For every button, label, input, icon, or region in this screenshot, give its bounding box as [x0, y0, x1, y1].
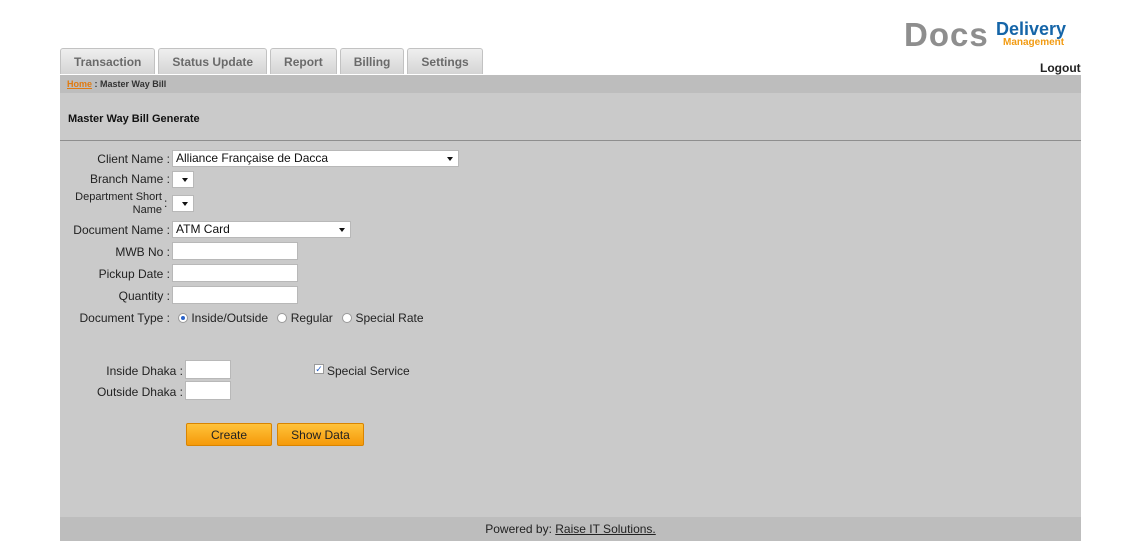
chevron-down-icon [182, 202, 188, 206]
special-service-label: Special Service [327, 364, 410, 378]
breadcrumb-current: Master Way Bill [100, 79, 167, 89]
client-name-value: Alliance Française de Dacca [176, 151, 329, 165]
mwb-no-label: MWB No : [115, 245, 170, 259]
document-type-label: Document Type : [79, 311, 171, 325]
department-colon: : [164, 196, 168, 210]
radio-regular-label: Regular [290, 311, 333, 325]
outside-dhaka-label: Outside Dhaka : [96, 385, 183, 399]
breadcrumb-home-link[interactable]: Home [67, 79, 92, 89]
mwb-no-input[interactable] [172, 242, 298, 260]
title-divider [60, 140, 1081, 141]
branch-name-label: Branch Name : [89, 172, 170, 186]
tab-billing[interactable]: Billing [339, 48, 405, 74]
pickup-date-input[interactable] [172, 264, 298, 282]
department-short-name-label: Department Short Name [60, 191, 162, 217]
page-title: Master Way Bill Generate [68, 113, 200, 125]
document-name-label: Document Name : [73, 223, 170, 237]
quantity-input[interactable] [172, 286, 298, 304]
breadcrumb-bar [60, 75, 1081, 93]
chevron-down-icon [182, 178, 188, 182]
tab-transaction[interactable]: Transaction [60, 48, 156, 74]
breadcrumb: Home : Master Way Bill [67, 79, 166, 89]
main-nav-tabs: Transaction Status Update Report Billing… [60, 48, 483, 75]
tab-status-update[interactable]: Status Update [158, 48, 268, 74]
client-name-label: Client Name : [97, 152, 170, 166]
logo-delivery-text: Delivery [996, 19, 1067, 39]
docs-delivery-logo: Docs Delivery Management [904, 18, 1074, 52]
outside-dhaka-input[interactable] [185, 381, 231, 400]
document-type-radio-group: Inside/Outside Regular Special Rate [178, 311, 424, 325]
show-data-button[interactable]: Show Data [277, 423, 364, 446]
breadcrumb-separator: : [92, 79, 101, 89]
department-label-line2: Name [132, 204, 162, 216]
client-name-select[interactable]: Alliance Française de Dacca [172, 150, 459, 167]
department-short-name-select[interactable] [172, 195, 194, 212]
footer-credit: Powered by: Raise IT Solutions. [0, 522, 1141, 536]
chevron-down-icon [447, 157, 453, 161]
chevron-down-icon [339, 228, 345, 232]
branch-name-select[interactable] [172, 171, 194, 188]
inside-dhaka-input[interactable] [185, 360, 231, 379]
tab-settings[interactable]: Settings [407, 48, 483, 74]
logo-management-text: Management [1003, 37, 1065, 48]
radio-inside-outside-label: Inside/Outside [191, 311, 269, 325]
quantity-label: Quantity : [118, 289, 170, 303]
document-name-select[interactable]: ATM Card [172, 221, 351, 238]
pickup-date-label: Pickup Date : [98, 267, 170, 281]
radio-regular[interactable] [277, 313, 288, 323]
department-label-line1: Department Short [75, 191, 162, 203]
special-service-checkbox[interactable]: ✓ [314, 364, 324, 374]
radio-special-rate-label: Special Rate [355, 311, 424, 325]
logout-link[interactable]: Logout [1040, 61, 1081, 75]
radio-inside-outside[interactable] [178, 313, 188, 323]
inside-dhaka-label: Inside Dhaka : [106, 364, 183, 378]
create-button[interactable]: Create [186, 423, 272, 446]
raise-it-solutions-link[interactable]: Raise IT Solutions. [555, 522, 656, 536]
logo-docs-text: Docs [904, 16, 989, 53]
document-name-value: ATM Card [176, 222, 230, 236]
tab-report[interactable]: Report [270, 48, 337, 74]
radio-special-rate[interactable] [342, 313, 353, 323]
footer-prefix: Powered by: [485, 522, 556, 536]
